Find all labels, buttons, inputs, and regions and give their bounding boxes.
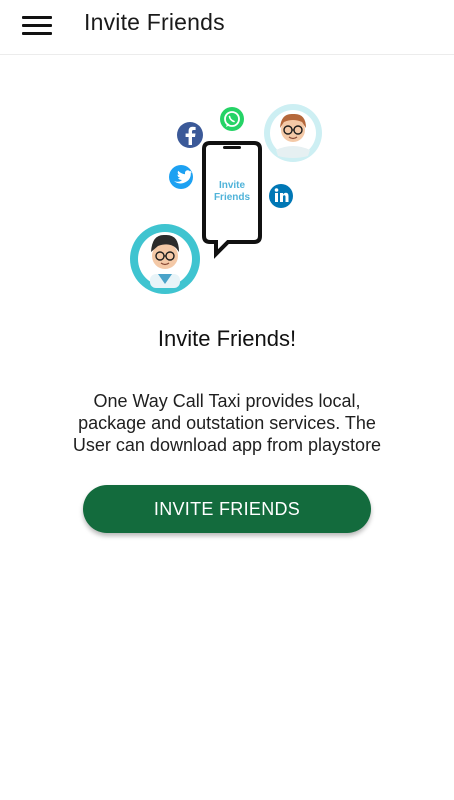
app-bar: Invite Friends (0, 0, 454, 55)
person-avatar-icon (264, 104, 322, 162)
phone-chat-icon: Invite Friends (202, 141, 262, 259)
person-avatar-icon (130, 224, 200, 294)
twitter-icon (169, 165, 193, 189)
facebook-icon (177, 122, 203, 148)
phone-text-line2: Friends (214, 192, 251, 203)
hamburger-menu-icon[interactable] (18, 10, 56, 42)
whatsapp-icon (220, 107, 244, 131)
invite-friends-button[interactable]: INVITE FRIENDS (83, 485, 371, 533)
app-screen: Invite Friends Invite Friends Invite Fri… (0, 0, 454, 800)
invite-heading: Invite Friends! (157, 326, 297, 351)
page-title: Invite Friends (84, 9, 225, 35)
phone-text-line1: Invite (219, 180, 246, 191)
invite-description: One Way Call Taxi provides local, packag… (72, 391, 382, 455)
linkedin-icon (269, 184, 293, 208)
invite-friends-illustration: Invite Friends (130, 104, 322, 294)
